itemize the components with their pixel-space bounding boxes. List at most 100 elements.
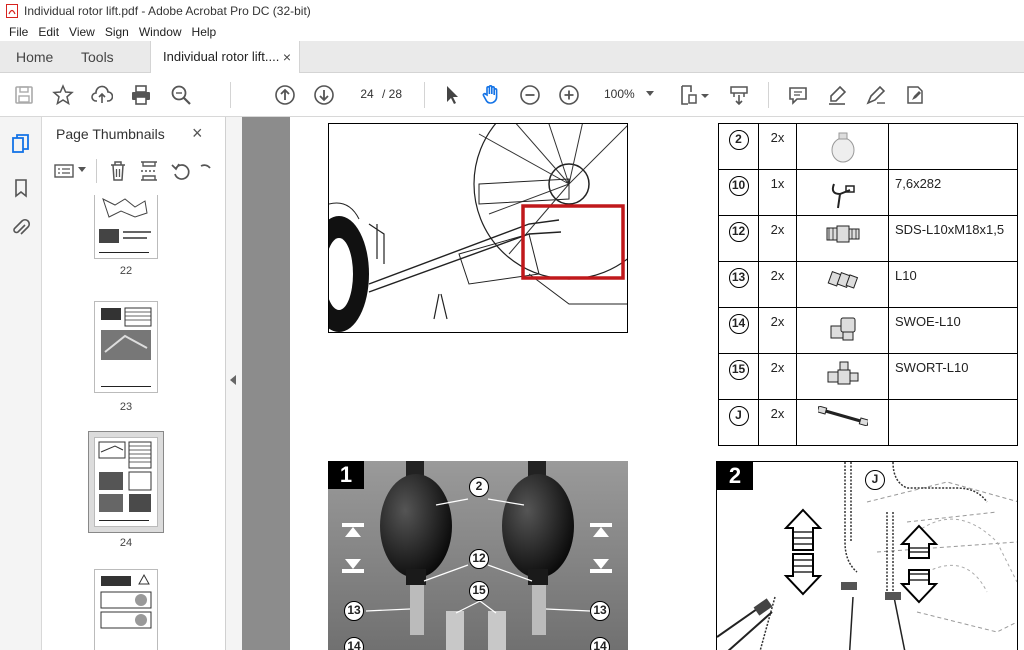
fill-sign-icon[interactable]: [903, 83, 927, 107]
tab-tools[interactable]: Tools: [81, 41, 114, 73]
title-bar: Individual rotor lift.pdf - Adobe Acroba…: [0, 0, 1024, 22]
part-image-cell: [796, 123, 889, 170]
figure-number-tag: 2: [717, 462, 753, 490]
zoom-value: 100%: [604, 87, 635, 101]
menu-bar: File Edit View Sign Window Help: [0, 22, 1024, 41]
bookmark-star-icon[interactable]: [51, 83, 75, 107]
pipe-routing-diagram: [717, 462, 1017, 650]
comment-icon[interactable]: [786, 83, 810, 107]
parts-table-row: 2 2x: [718, 123, 1018, 170]
part-specification: SWOE-L10: [888, 307, 1018, 354]
highlight-pen-icon[interactable]: [825, 83, 849, 107]
pipe-icon: [797, 406, 888, 426]
menu-edit[interactable]: Edit: [33, 25, 64, 39]
part-specification: 7,6x282: [888, 169, 1018, 216]
part-image-cell: [796, 261, 889, 308]
search-zoom-icon[interactable]: [169, 83, 193, 107]
menu-file[interactable]: File: [4, 25, 33, 39]
panel-title: Page Thumbnails: [56, 126, 165, 142]
part-quantity: 1x: [758, 169, 797, 216]
toolbar-divider: [230, 82, 231, 108]
accumulator-icon: [797, 130, 888, 164]
panel-divider: [96, 159, 97, 183]
page-thumbnail-23[interactable]: [94, 301, 158, 393]
part-number-cell: 12: [718, 215, 759, 262]
zoom-in-icon[interactable]: [557, 83, 581, 107]
part-specification: SWORT-L10: [888, 353, 1018, 400]
figure-number-tag: 1: [328, 461, 364, 489]
page-number-input[interactable]: [354, 83, 380, 105]
part-quantity: 2x: [758, 307, 797, 354]
toolbar-divider: [768, 82, 769, 108]
pdf-page: 2 2x 10 1x 7,6x282 12 2x SDS-L10xM18x1,5 13 2x L10…: [290, 117, 1024, 650]
part-specification: L10: [888, 261, 1018, 308]
page-fit-dropdown-icon[interactable]: [700, 83, 710, 107]
select-cursor-icon[interactable]: [440, 83, 464, 107]
menu-sign[interactable]: Sign: [100, 25, 134, 39]
part-number-cell: 2: [718, 123, 759, 170]
rotate-clockwise-icon[interactable]: [198, 160, 212, 182]
bookmarks-icon[interactable]: [10, 177, 32, 199]
tab-home[interactable]: Home: [16, 41, 53, 73]
part-number: 14: [728, 314, 749, 334]
rotate-counterclockwise-icon[interactable]: [170, 160, 192, 182]
part-quantity: 2x: [758, 399, 797, 446]
print-icon[interactable]: [129, 83, 153, 107]
attachments-icon[interactable]: [10, 217, 32, 239]
save-icon[interactable]: [12, 83, 36, 107]
page-thumbnails-panel: Page Thumbnails × 22 23 24: [42, 117, 262, 650]
part-specification: SDS-L10xM18x1,5: [888, 215, 1018, 262]
next-page-icon[interactable]: [312, 83, 336, 107]
previous-page-icon[interactable]: [273, 83, 297, 107]
parts-table-row: 10 1x 7,6x282: [718, 169, 1018, 216]
collapse-panel-handle[interactable]: [226, 117, 242, 650]
part-number-cell: 15: [718, 353, 759, 400]
tab-document[interactable]: Individual rotor lift.... ×: [150, 41, 300, 73]
callout-12: 12: [469, 549, 489, 569]
main-toolbar: [0, 73, 1024, 117]
delete-page-icon[interactable]: [107, 159, 129, 183]
callout-14: 14: [590, 637, 610, 650]
parts-table: 2 2x 10 1x 7,6x282 12 2x SDS-L10xM18x1,5 13 2x L10…: [718, 123, 1018, 446]
part-image-cell: [796, 215, 889, 262]
thumbnail-options-dropdown-icon[interactable]: [78, 167, 86, 173]
parts-table-row: 13 2x L10: [718, 261, 1018, 308]
part-quantity: 2x: [758, 261, 797, 308]
page-thumbnail-24-selected[interactable]: [88, 431, 164, 533]
collapse-arrow-icon: [230, 375, 236, 385]
tab-close-icon[interactable]: ×: [283, 41, 291, 73]
menu-help[interactable]: Help: [187, 25, 222, 39]
callout-13: 13: [590, 601, 610, 621]
elbow-fitting-icon: [797, 314, 888, 344]
scroll-mode-icon[interactable]: [727, 83, 751, 107]
upload-cloud-icon[interactable]: [90, 83, 114, 107]
left-navigation-rail: [0, 117, 42, 650]
page-fit-icon[interactable]: [678, 83, 702, 107]
straight-fitting-icon: [797, 268, 888, 292]
page-thumbnails-icon[interactable]: [10, 133, 32, 155]
insert-page-icon[interactable]: [138, 159, 160, 183]
part-number: 12: [728, 222, 749, 242]
menu-view[interactable]: View: [64, 25, 100, 39]
thumbnail-page-number: 23: [119, 401, 133, 413]
accumulator-photo-figure: 1 2 12 13 15 13 14 14: [328, 461, 628, 650]
sign-pen-icon[interactable]: [864, 83, 888, 107]
page-thumbnail-25[interactable]: [94, 569, 158, 650]
part-quantity: 2x: [758, 215, 797, 262]
parts-table-row: 15 2x SWORT-L10: [718, 353, 1018, 400]
page-thumbnail-22[interactable]: [94, 195, 158, 259]
adapter-fitting-icon: [797, 222, 888, 246]
parts-table-row: J 2x: [718, 399, 1018, 446]
panel-close-icon[interactable]: ×: [192, 123, 203, 144]
zoom-select[interactable]: 100%: [600, 83, 658, 105]
thumbnail-preview: [98, 441, 152, 521]
thumbnail-options-icon[interactable]: [54, 161, 76, 181]
part-number-cell: 13: [718, 261, 759, 308]
panel-toolbar: [52, 157, 222, 187]
document-viewer[interactable]: 2 2x 10 1x 7,6x282 12 2x SDS-L10xM18x1,5 13 2x L10…: [242, 117, 1024, 650]
hand-tool-icon[interactable]: [479, 83, 503, 107]
callout-2: 2: [469, 477, 489, 497]
part-number: 2: [728, 130, 749, 150]
menu-window[interactable]: Window: [134, 25, 187, 39]
zoom-out-icon[interactable]: [518, 83, 542, 107]
